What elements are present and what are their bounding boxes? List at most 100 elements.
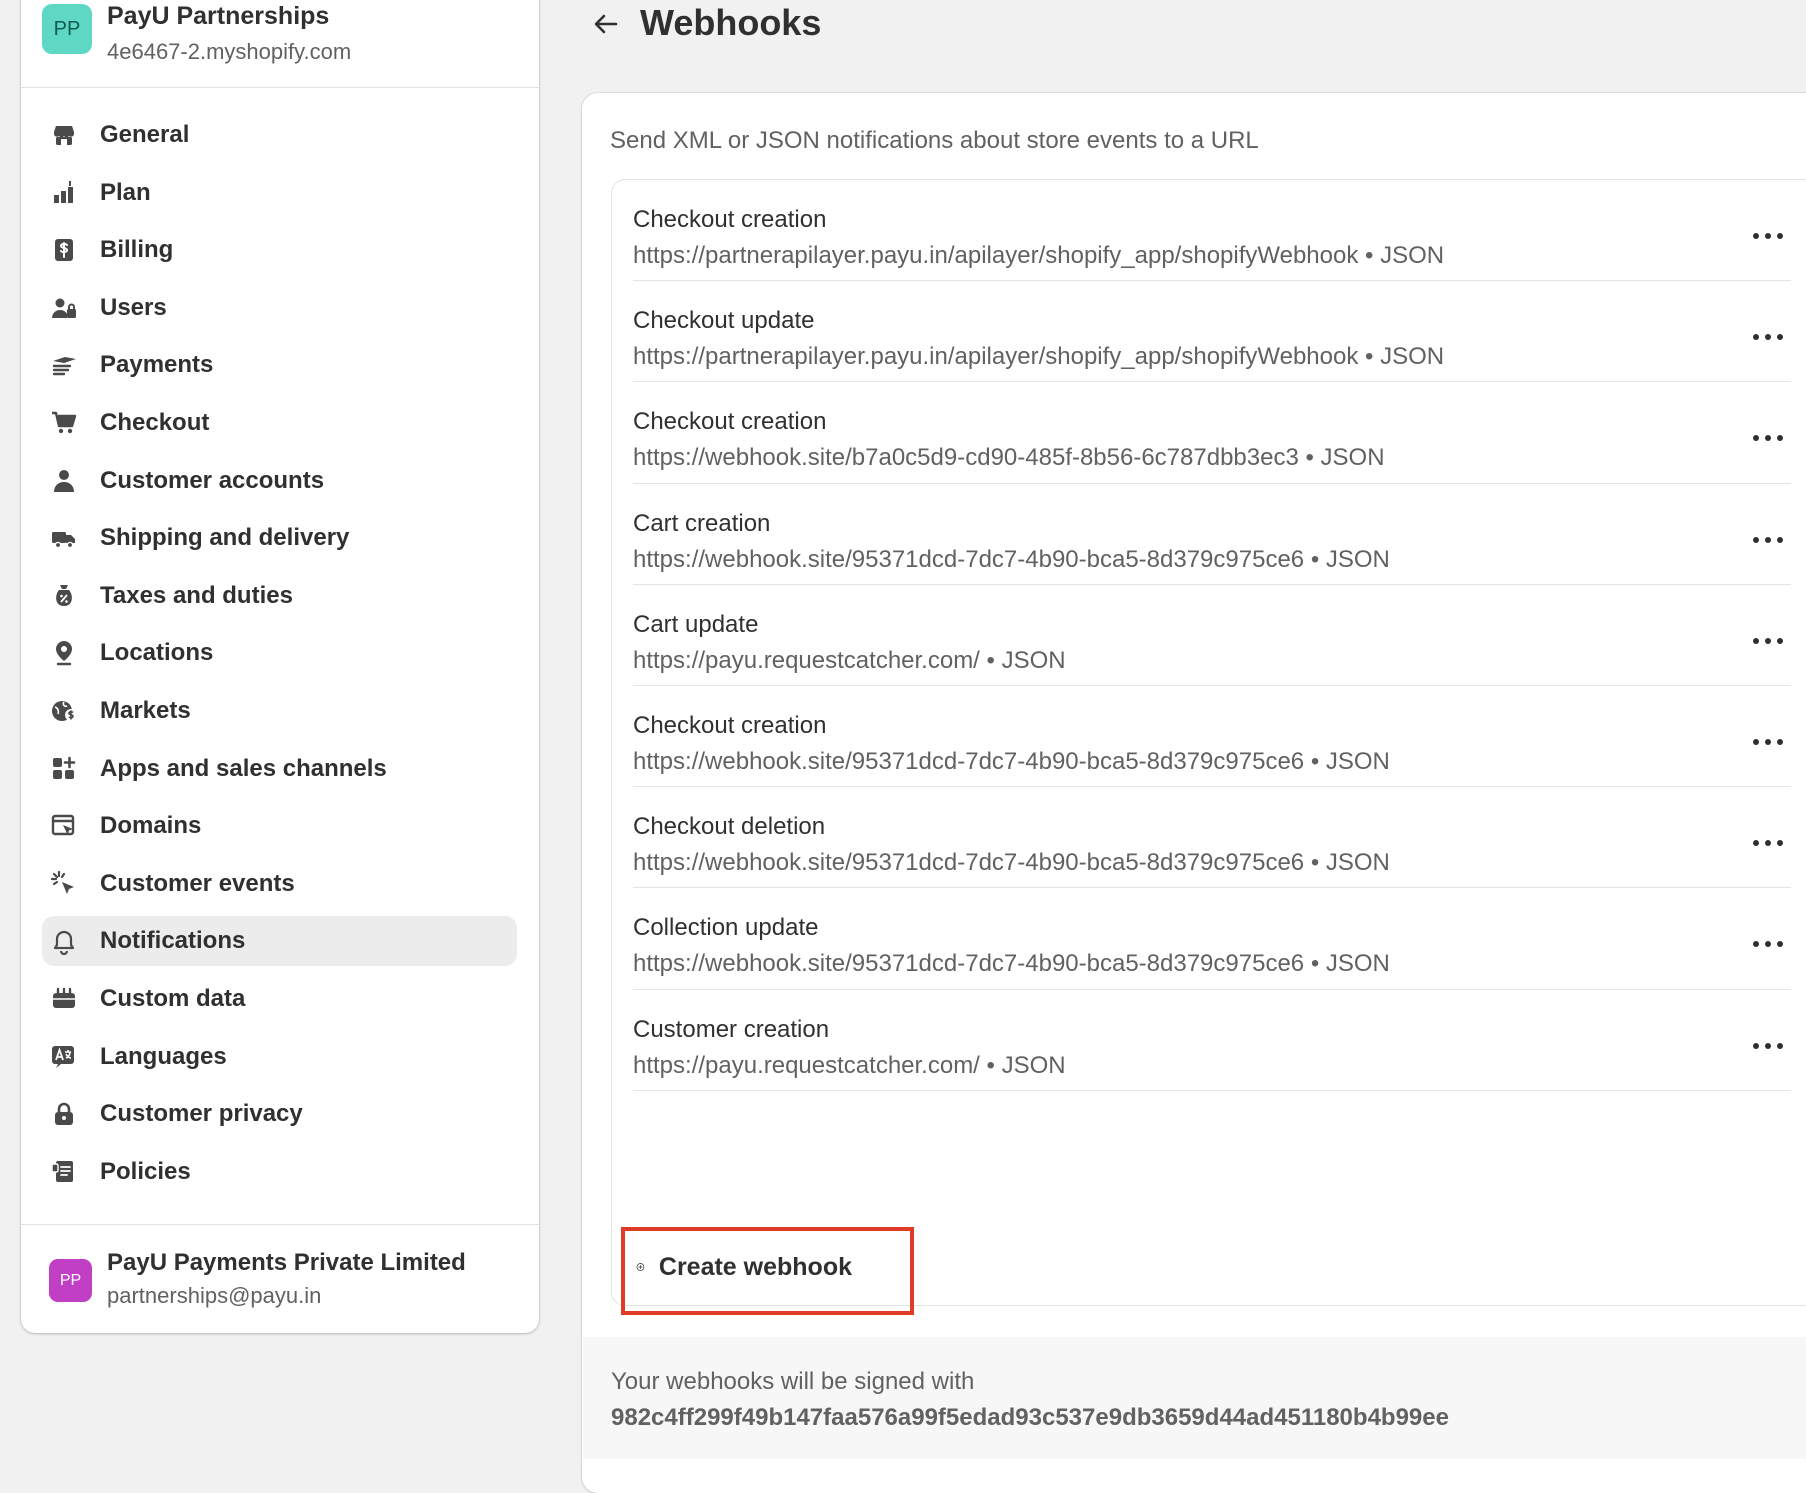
billing-icon <box>50 236 78 264</box>
webhook-event: Cart update <box>633 610 759 638</box>
sidebar-item-label: Notifications <box>100 927 246 955</box>
payments-icon <box>50 351 78 379</box>
sidebar-item-customer-privacy[interactable]: Customer privacy <box>42 1089 517 1139</box>
webhook-row[interactable]: Checkout update https://partnerapilayer.p… <box>633 281 1806 383</box>
sidebar-item-label: Checkout <box>100 408 210 436</box>
more-actions-icon[interactable] <box>1748 1032 1788 1060</box>
sidebar-item-label: Customer events <box>100 869 295 897</box>
sidebar-item-label: Shipping and delivery <box>100 524 350 552</box>
person-icon <box>50 467 78 495</box>
sidebar-item-label: Users <box>100 293 167 321</box>
sidebar-item-payments[interactable]: Payments <box>42 340 517 390</box>
sidebar-item-customer-events[interactable]: Customer events <box>42 859 517 909</box>
create-webhook-label: Create webhook <box>658 1252 852 1281</box>
back-arrow-icon[interactable] <box>590 8 622 40</box>
signing-text: Your webhooks will be signed with <box>611 1368 975 1395</box>
sidebar-item-shipping-and-delivery[interactable]: Shipping and delivery <box>42 513 517 563</box>
settings-sidebar: PP PayU Partnerships 4e6467-2.myshopify.… <box>21 0 539 1333</box>
account-footer[interactable]: PP PayU Payments Private Limited partner… <box>21 1224 539 1333</box>
webhook-row[interactable]: Cart update https://payu.requestcatcher.c… <box>633 585 1806 686</box>
webhook-row[interactable]: Checkout deletion https://webhook.site/95… <box>633 787 1806 889</box>
more-actions-icon[interactable] <box>1748 222 1788 250</box>
webhook-row[interactable]: Customer creation https://payu.requestcat… <box>633 990 1806 1091</box>
sidebar-item-general[interactable]: General <box>42 110 517 160</box>
create-webhook-button[interactable]: Create webhook <box>636 1247 852 1287</box>
sidebar-item-taxes-and-duties[interactable]: Taxes and duties <box>42 571 517 621</box>
webhook-row[interactable]: Cart creation https://webhook.site/95371d… <box>633 484 1806 585</box>
sidebar-item-apps-and-sales-channels[interactable]: Apps and sales channels <box>42 744 517 794</box>
sidebar-item-billing[interactable]: Billing <box>42 225 517 275</box>
signing-section <box>583 1337 1806 1459</box>
cart-icon <box>50 409 78 437</box>
sidebar-item-label: Languages <box>100 1042 227 1070</box>
store-header[interactable]: PP PayU Partnerships 4e6467-2.myshopify.… <box>21 0 539 88</box>
plan-icon <box>50 179 78 207</box>
signing-key: 982c4ff299f49b147faa576a99f5edad93c537e9… <box>611 1404 1449 1431</box>
sidebar-item-locations[interactable]: Locations <box>42 628 517 678</box>
store-avatar: PP <box>42 4 92 54</box>
sidebar-item-label: Markets <box>100 696 191 724</box>
more-actions-icon[interactable] <box>1748 323 1788 351</box>
sidebar-item-label: Plan <box>100 178 151 206</box>
webhook-row[interactable]: Checkout creation https://webhook.site/b7… <box>633 382 1806 484</box>
webhook-event: Checkout deletion <box>633 813 826 841</box>
webhook-event: Checkout creation <box>633 712 827 739</box>
sidebar-item-checkout[interactable]: Checkout <box>42 398 517 448</box>
settings-nav: General Plan Billing Users Payments Checkout C… <box>42 110 517 1204</box>
webhook-event: Customer creation <box>633 1015 830 1043</box>
webhook-list: Checkout creation https://partnerapilayer… <box>611 179 1806 1306</box>
sidebar-item-label: Customer accounts <box>100 466 325 494</box>
row-divider <box>633 1089 1791 1091</box>
webhook-row[interactable]: Checkout creation https://partnerapilayer… <box>633 180 1806 282</box>
page-title: Webhooks <box>640 2 822 43</box>
webhook-row[interactable]: Collection update https://webhook.site/95… <box>633 888 1806 990</box>
webhook-row[interactable]: Checkout creation https://webhook.site/95… <box>633 686 1806 788</box>
account-avatar: PP <box>49 1259 92 1302</box>
store-domain: 4e6467-2.myshopify.com <box>107 39 352 64</box>
more-actions-icon[interactable] <box>1748 424 1788 452</box>
more-actions-icon[interactable] <box>1748 627 1788 655</box>
sidebar-item-markets[interactable]: Markets <box>42 686 517 736</box>
cursor-click-icon <box>50 870 78 898</box>
sidebar-item-label: Custom data <box>100 984 246 1012</box>
plus-circle-icon <box>636 1263 645 1271</box>
sidebar-item-custom-data[interactable]: Custom data <box>42 974 517 1024</box>
more-actions-icon[interactable] <box>1748 728 1788 756</box>
globe-icon <box>50 697 78 725</box>
webhook-endpoint: https://payu.requestcatcher.com/ • JSON <box>633 646 1066 674</box>
sidebar-item-label: Payments <box>100 351 214 379</box>
language-icon <box>50 1043 78 1071</box>
sidebar-item-domains[interactable]: Domains <box>42 801 517 851</box>
sidebar-item-languages[interactable]: Languages <box>42 1032 517 1082</box>
account-name: PayU Payments Private Limited <box>107 1249 466 1276</box>
webhook-endpoint: https://partnerapilayer.payu.in/apilayer… <box>633 343 1445 371</box>
webhook-endpoint: https://webhook.site/95371dcd-7dc7-4b90-… <box>633 545 1390 573</box>
sidebar-item-label: Taxes and duties <box>100 581 293 609</box>
sidebar-item-policies[interactable]: Policies <box>42 1147 517 1197</box>
sidebar-item-plan[interactable]: Plan <box>42 168 517 218</box>
tax-icon <box>50 582 78 610</box>
more-actions-icon[interactable] <box>1748 930 1788 958</box>
webhooks-description: Send XML or JSON notifications about sto… <box>610 127 1259 154</box>
sidebar-item-label: Apps and sales channels <box>100 754 387 782</box>
webhook-endpoint: https://webhook.site/95371dcd-7dc7-4b90-… <box>633 950 1390 978</box>
sidebar-item-label: Domains <box>100 812 202 840</box>
apps-icon <box>50 755 78 783</box>
sidebar-item-customer-accounts[interactable]: Customer accounts <box>42 456 517 506</box>
more-actions-icon[interactable] <box>1748 829 1788 857</box>
lock-icon <box>50 1100 78 1128</box>
sidebar-item-notifications[interactable]: Notifications <box>42 916 517 967</box>
webhook-event: Checkout creation <box>633 408 827 436</box>
webhook-endpoint: https://payu.requestcatcher.com/ • JSON <box>633 1051 1066 1079</box>
webhook-endpoint: https://webhook.site/b7a0c5d9-cd90-485f-… <box>633 444 1385 472</box>
webhook-endpoint: https://partnerapilayer.payu.in/apilayer… <box>633 242 1445 269</box>
webhook-endpoint: https://webhook.site/95371dcd-7dc7-4b90-… <box>633 849 1390 877</box>
webhook-event: Checkout update <box>633 307 815 335</box>
sidebar-item-users[interactable]: Users <box>42 283 517 333</box>
bell-icon <box>50 927 78 956</box>
webhook-event: Checkout creation <box>633 206 827 233</box>
webhook-event: Collection update <box>633 914 819 942</box>
more-actions-icon[interactable] <box>1748 526 1788 554</box>
webhook-event: Cart creation <box>633 509 771 537</box>
location-pin-icon <box>50 639 78 667</box>
